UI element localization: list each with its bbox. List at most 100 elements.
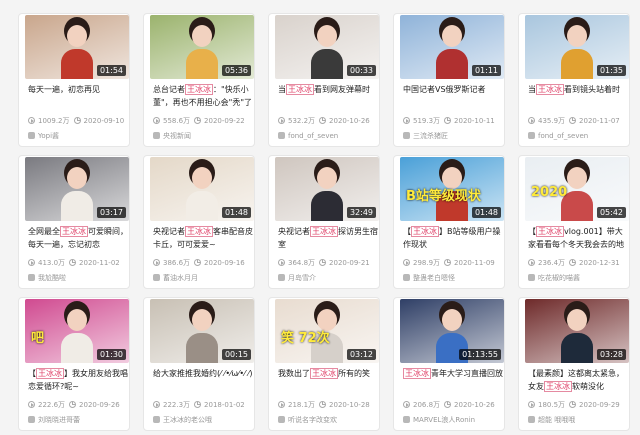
video-card[interactable]: 吧 01:30 【王冰冰 】我女朋友给我唱恋爱循环?呢~ 222.6万 2020-09-2… (18, 297, 130, 431)
uploader-row[interactable]: 整蛊老白嗯怪 (403, 273, 503, 283)
duration-badge: 01:11 (471, 65, 501, 76)
video-title[interactable]: 【最素颜】这都离太紧急，女友 王冰冰 软萌没化 (528, 367, 628, 393)
video-thumbnail[interactable]: 03:28 (525, 299, 629, 363)
uploader-name[interactable]: 三流杀猪匠 (413, 132, 448, 140)
uploader-name[interactable]: 王冰冰的老公哦 (163, 416, 212, 424)
video-thumbnail[interactable]: 03:17 (25, 157, 129, 221)
video-card[interactable]: 01:48 央视记者 王冰冰 客串配音皮卡丘，可可爱爱~ 386.6万 2020-09-1… (143, 155, 255, 289)
uploader-name[interactable]: fond_of_seven (288, 132, 338, 140)
uploader-name[interactable]: 我尬酷啦 (38, 274, 66, 282)
video-title[interactable]: 【王冰冰 】B站等级用户操作现状 (403, 225, 503, 251)
keyword-highlight: 王冰冰 (544, 381, 572, 392)
video-card[interactable]: 01:13:55 王冰冰 青年大学习直播回放 206.8万 2020-10-26 MARV… (393, 297, 505, 431)
uploader-row[interactable]: Yopi酱 (28, 131, 128, 141)
face-shape (192, 167, 212, 189)
uploader-row[interactable]: 月岛雪介 (278, 273, 378, 283)
video-card[interactable]: 03:28 【最素颜】这都离太紧急，女友 王冰冰 软萌没化 180.5万 2020-09-… (518, 297, 630, 431)
uploader-row[interactable]: 吃花椒的喵酱 (528, 273, 628, 283)
uploader-name[interactable]: MARVEL浪人Ronin (413, 416, 475, 424)
video-card[interactable]: 01:35 当王冰冰 看到镜头站着时 435.9万 2020-11-07 fond_of_… (518, 13, 630, 147)
video-thumbnail[interactable]: 00:15 (150, 299, 254, 363)
body-shape (561, 333, 593, 363)
uploader-row[interactable]: fond_of_seven (278, 131, 378, 141)
video-thumbnail[interactable]: 笑 72次 03:12 (275, 299, 379, 363)
video-title[interactable]: 【王冰冰vlog.001】带大家看看每个冬天我会去的地方 (528, 225, 628, 251)
video-thumbnail[interactable]: 01:35 (525, 15, 629, 79)
duration-badge: 01:13:55 (459, 349, 501, 360)
video-card[interactable]: 01:54 每天一遍，初恋再见 1009.2万 2020-09-10 Yopi酱 (18, 13, 130, 147)
video-card[interactable]: B站等级现状 01:48 【王冰冰 】B站等级用户操作现状 298.9万 2020-11-… (393, 155, 505, 289)
video-title[interactable]: 总台记者 王冰冰 ："快乐小董"，再也不用担心会"秃"了 (153, 83, 253, 109)
video-card[interactable]: 05:36 总台记者 王冰冰 ："快乐小董"，再也不用担心会"秃"了 558.6万 202… (143, 13, 255, 147)
video-thumbnail[interactable]: B站等级现状 01:48 (400, 157, 504, 221)
video-stats: 519.3万 2020-10-11 (403, 116, 503, 126)
video-title[interactable]: 中国记者VS俄罗斯记者 (403, 83, 503, 109)
clock-icon (569, 401, 577, 408)
reporter-figure (561, 23, 593, 79)
video-thumbnail[interactable]: 01:48 (150, 157, 254, 221)
video-card[interactable]: 03:17 全网最全 王冰冰 可爱瞬间，每天一遍，忘记初恋 413.0万 2020-11-… (18, 155, 130, 289)
upload-date: 2020-09-21 (329, 259, 370, 267)
uploader-icon (278, 274, 285, 281)
video-thumbnail[interactable]: 2020 05:42 (525, 157, 629, 221)
video-thumbnail[interactable]: 05:36 (150, 15, 254, 79)
title-text: 看到镜头站着时 (564, 85, 620, 94)
uploader-row[interactable]: 听说名字改变欢 (278, 415, 378, 425)
play-count: 386.6万 (163, 259, 191, 267)
video-card[interactable]: 2020 05:42 【王冰冰vlog.001】带大家看看每个冬天我会去的地方 236… (518, 155, 630, 289)
video-card[interactable]: 笑 72次 03:12 我数出了 王冰冰 所有的笑 218.1万 2020-10-28 听说名… (268, 297, 380, 431)
uploader-name[interactable]: 超能 哦哦哦 (538, 416, 575, 424)
reporter-figure (311, 165, 343, 221)
video-thumbnail[interactable]: 32:49 (275, 157, 379, 221)
video-thumbnail[interactable]: 00:33 (275, 15, 379, 79)
play-count-icon (278, 259, 285, 266)
upload-date: 2020-11-07 (579, 117, 620, 125)
video-title[interactable]: 【王冰冰 】我女朋友给我唱恋爱循环?呢~ (28, 367, 128, 393)
video-title[interactable]: 我数出了 王冰冰 所有的笑 (278, 367, 378, 393)
video-thumbnail[interactable]: 01:13:55 (400, 299, 504, 363)
uploader-row[interactable]: 三流杀猪匠 (403, 131, 503, 141)
video-card[interactable]: 00:15 给大家推推我婚约(⁄ ⁄•⁄ω⁄•⁄ ⁄) 222.3万 2018-01-… (143, 297, 255, 431)
uploader-row[interactable]: MARVEL浪人Ronin (403, 415, 503, 425)
uploader-name[interactable]: fond_of_seven (538, 132, 588, 140)
uploader-name[interactable]: Yopi酱 (38, 132, 59, 140)
video-stats: 298.9万 2020-11-09 (403, 258, 503, 268)
duration-badge: 01:54 (96, 65, 126, 76)
uploader-row[interactable]: 刘晓晓进哥蕾 (28, 415, 128, 425)
uploader-row[interactable]: 央视新闻 (153, 131, 253, 141)
video-card[interactable]: 01:11 中国记者VS俄罗斯记者 519.3万 2020-10-11 三流杀猪匠 (393, 13, 505, 147)
uploader-row[interactable]: 王冰冰的老公哦 (153, 415, 253, 425)
uploader-row[interactable]: 超能 哦哦哦 (528, 415, 628, 425)
video-card[interactable]: 00:33 当王冰冰 看到网友弹幕时 532.2万 2020-10-26 fond_of_… (268, 13, 380, 147)
video-thumbnail[interactable]: 01:11 (400, 15, 504, 79)
uploader-name[interactable]: 央视新闻 (163, 132, 191, 140)
video-title[interactable]: 全网最全 王冰冰 可爱瞬间，每天一遍，忘记初恋 (28, 225, 128, 251)
video-title[interactable]: 央视记者 王冰冰 探访男生宿室 (278, 225, 378, 251)
video-thumbnail[interactable]: 01:54 (25, 15, 129, 79)
video-card[interactable]: 32:49 央视记者 王冰冰 探访男生宿室 364.8万 2020-09-21 月岛雪介 (268, 155, 380, 289)
video-title[interactable]: 给大家推推我婚约(⁄ ⁄•⁄ω⁄•⁄ ⁄) (153, 367, 253, 393)
uploader-row[interactable]: 蓄油水月月 (153, 273, 253, 283)
uploader-name[interactable]: 整蛊老白嗯怪 (413, 274, 455, 282)
video-title[interactable]: 当王冰冰 看到镜头站着时 (528, 83, 628, 109)
play-count: 236.4万 (538, 259, 566, 267)
uploader-icon (403, 132, 410, 139)
uploader-name[interactable]: 刘晓晓进哥蕾 (38, 416, 80, 424)
duration-badge: 05:42 (596, 207, 626, 218)
uploader-row[interactable]: 我尬酷啦 (28, 273, 128, 283)
uploader-row[interactable]: fond_of_seven (528, 131, 628, 141)
uploader-name[interactable]: 月岛雪介 (288, 274, 316, 282)
uploader-name[interactable]: 蓄油水月月 (163, 274, 198, 282)
uploader-name[interactable]: 吃花椒的喵酱 (538, 274, 580, 282)
uploader-name[interactable]: 听说名字改变欢 (288, 416, 337, 424)
video-title[interactable]: 每天一遍，初恋再见 (28, 83, 128, 109)
video-title[interactable]: 当王冰冰 看到网友弹幕时 (278, 83, 378, 109)
video-stats: 558.6万 2020-09-22 (153, 116, 253, 126)
clock-icon (444, 259, 452, 266)
video-title[interactable]: 王冰冰 青年大学习直播回放 (403, 367, 503, 393)
video-stats: 532.2万 2020-10-26 (278, 116, 378, 126)
face-shape (567, 25, 587, 47)
keyword-highlight: 王冰冰 (36, 368, 64, 379)
video-thumbnail[interactable]: 吧 01:30 (25, 299, 129, 363)
video-title[interactable]: 央视记者 王冰冰 客串配音皮卡丘，可可爱爱~ (153, 225, 253, 251)
